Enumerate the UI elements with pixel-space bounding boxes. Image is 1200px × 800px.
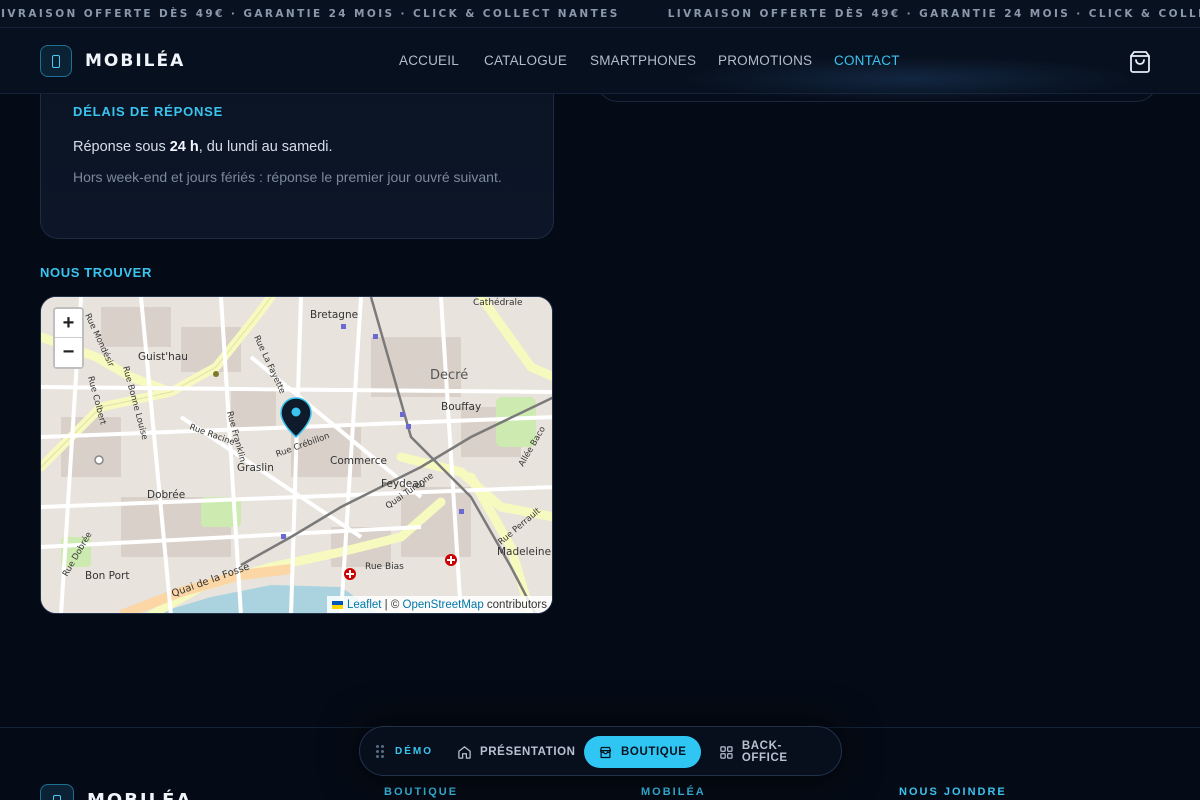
tab-boutique[interactable]: BOUTIQUE <box>584 736 701 768</box>
footer-col-nous-joindre: NOUS JOINDRE <box>899 786 1007 798</box>
marquee-text: LIVRAISON OFFERTE DÈS 49€ · GARANTIE 24 … <box>667 8 1200 20</box>
response-card-title: DÉLAIS DE RÉPONSE <box>73 104 224 119</box>
map-label-bon-port: Bon Port <box>85 570 129 582</box>
leaflet-link[interactable]: Leaflet <box>347 599 382 611</box>
response-time-text: Réponse sous 24 h, du lundi au samedi. <box>73 139 333 155</box>
nav-catalogue[interactable]: CATALOGUE <box>484 53 567 68</box>
footer-logo-phone-icon[interactable] <box>40 784 74 800</box>
map-label-rue-bias: Rue Bias <box>365 562 404 572</box>
map-section-title: NOUS TROUVER <box>40 265 152 280</box>
map-label-cathedrale: Cathédrale <box>473 297 523 308</box>
demo-label[interactable]: DÉMO <box>376 745 433 758</box>
map-label-bouffay: Bouffay <box>441 401 481 413</box>
nav-smartphones[interactable]: SMARTPHONES <box>590 53 696 68</box>
nav-accueil[interactable]: ACCUEIL <box>399 53 459 68</box>
nav-promotions[interactable]: PROMOTIONS <box>718 53 812 68</box>
tab-presentation[interactable]: PRÉSENTATION <box>443 736 590 768</box>
ukraine-flag-icon <box>331 600 343 609</box>
demo-switcher: DÉMO PRÉSENTATION BOUTIQUE BACK-OFFICE <box>359 726 842 776</box>
map-label-guisthau: Guist'hau <box>138 351 188 363</box>
store-icon <box>599 746 612 758</box>
zoom-out-button[interactable]: − <box>55 338 82 367</box>
map-label-commerce: Commerce <box>330 455 387 467</box>
attribution-separator: | © <box>381 598 403 611</box>
home-icon <box>458 745 471 759</box>
osm-link[interactable]: OpenStreetMap <box>403 599 484 611</box>
map-label-madeleine: Madeleine <box>497 546 551 558</box>
attribution-suffix: contributors <box>483 598 547 611</box>
tab-back-office[interactable]: BACK-OFFICE <box>705 736 841 768</box>
drag-handle-icon[interactable] <box>376 745 384 758</box>
map-attribution: Leaflet | © OpenStreetMap contributors <box>326 596 552 613</box>
promo-marquee: LIVRAISON OFFERTE DÈS 49€ · GARANTIE 24 … <box>0 0 1200 28</box>
nav-contact[interactable]: CONTACT <box>834 53 900 68</box>
map-label-bretagne: Bretagne <box>310 309 358 321</box>
dashboard-icon <box>720 745 733 759</box>
map-tiles[interactable]: Bretagne Decré Bouffay Guist'hau Graslin… <box>41 297 553 614</box>
map-label-graslin: Graslin <box>237 462 274 474</box>
footer-brand-name: MOBILÉA <box>87 790 192 800</box>
location-map[interactable]: Bretagne Decré Bouffay Guist'hau Graslin… <box>40 296 553 614</box>
map-zoom-control: + − <box>53 307 84 369</box>
map-label-decre: Decré <box>430 368 468 383</box>
marquee-text: LIVRAISON OFFERTE DÈS 49€ · GARANTIE 24 … <box>0 8 620 20</box>
response-time-hint: Hors week-end et jours fériés : réponse … <box>73 169 502 185</box>
map-label-dobree: Dobrée <box>147 489 185 501</box>
hospital-icon <box>445 554 457 566</box>
site-header: MOBILÉA ACCUEIL CATALOGUE SMARTPHONES PR… <box>0 28 1200 102</box>
footer-col-boutique: BOUTIQUE <box>384 786 459 798</box>
zoom-in-button[interactable]: + <box>55 309 82 338</box>
shopping-bag-icon[interactable] <box>1128 50 1152 74</box>
footer-col-mobilea: MOBILÉA <box>641 786 706 798</box>
hospital-icon <box>344 568 356 580</box>
main-nav: ACCUEIL CATALOGUE SMARTPHONES PROMOTIONS… <box>0 53 1200 73</box>
